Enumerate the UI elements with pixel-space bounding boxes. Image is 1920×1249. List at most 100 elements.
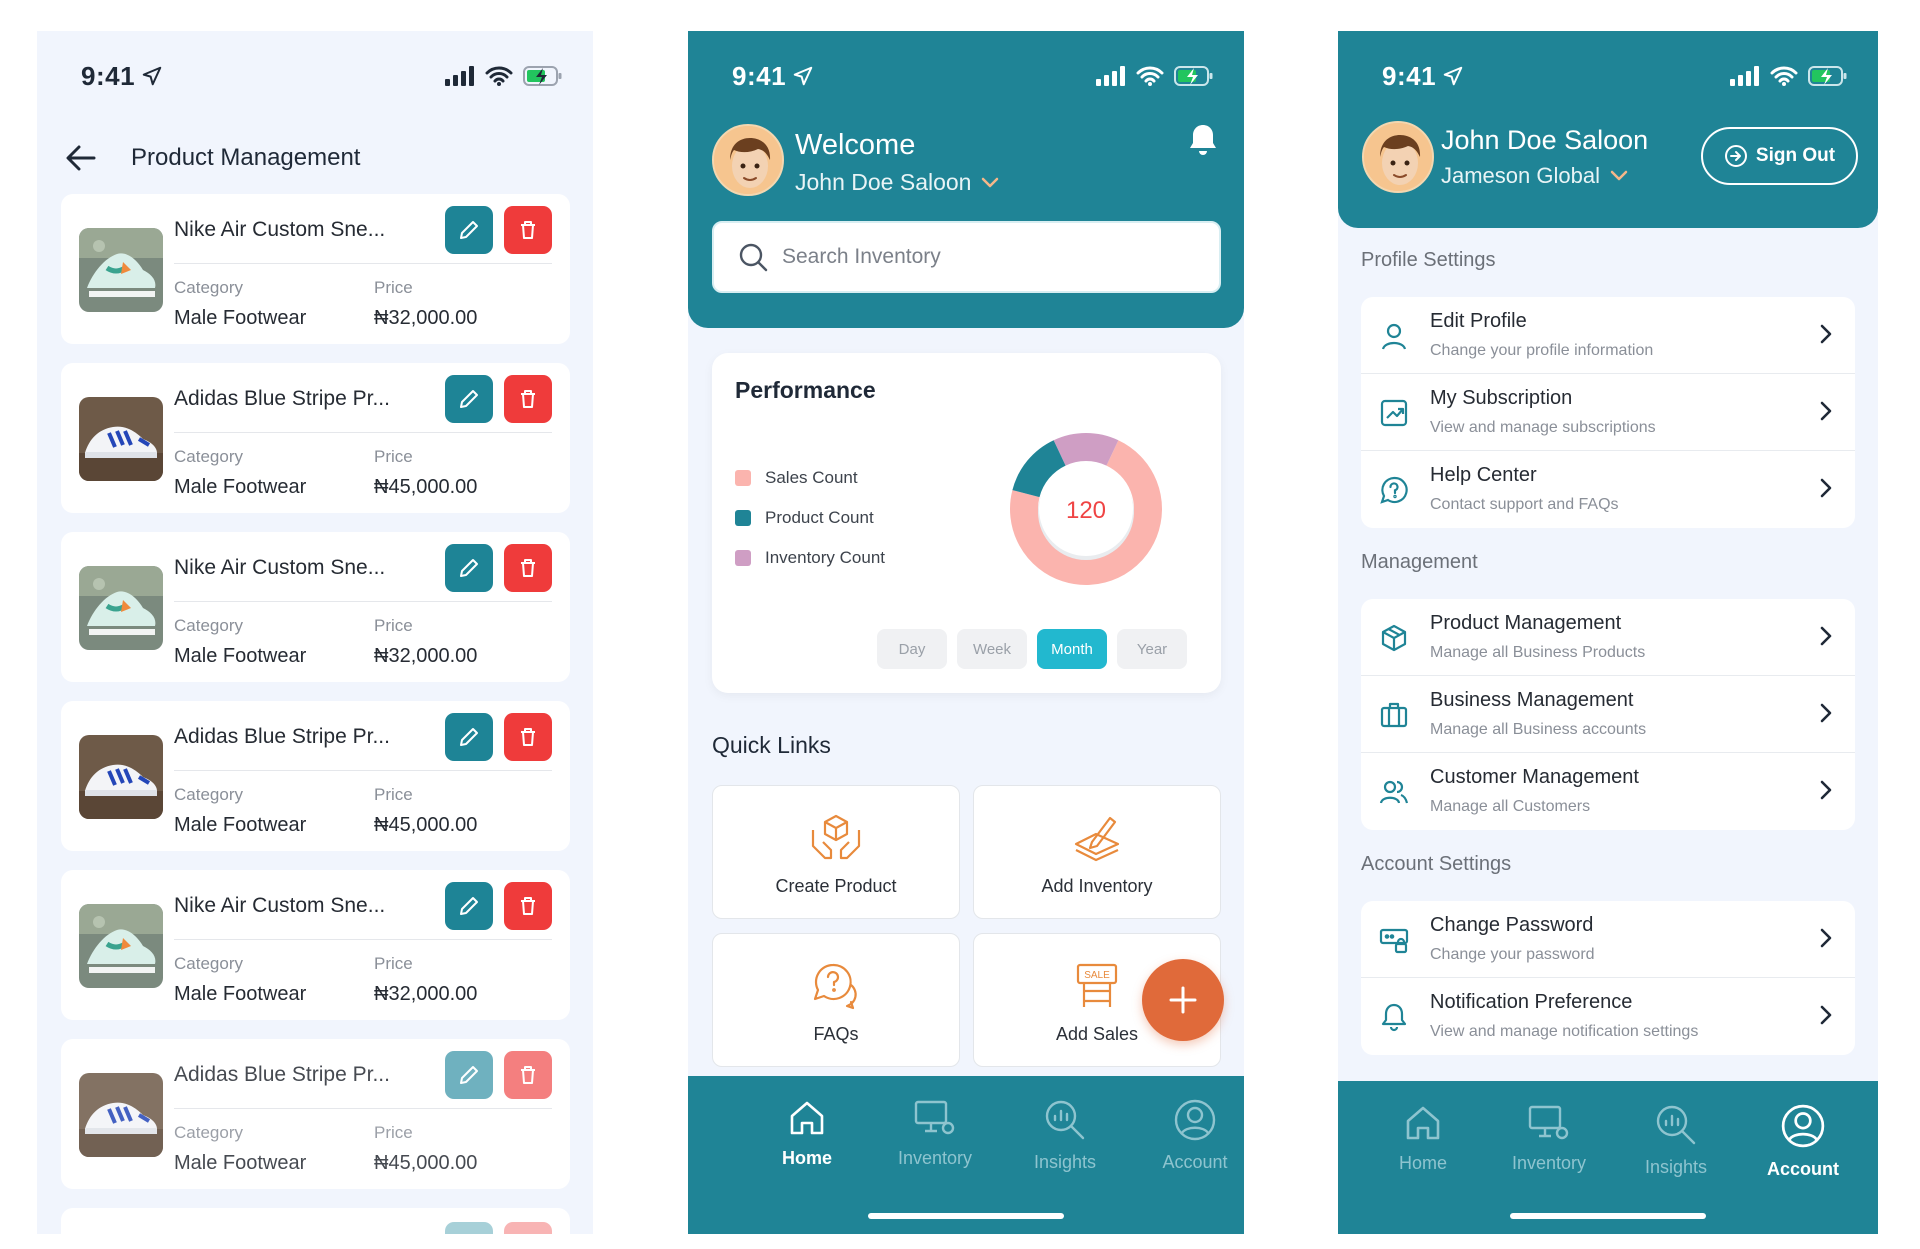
delete-button[interactable] <box>504 713 552 761</box>
period-tab-month[interactable]: Month <box>1037 629 1107 669</box>
home-icon <box>1406 1106 1440 1140</box>
delete-button[interactable] <box>504 1051 552 1099</box>
settings-row-change-password[interactable]: Change Password Change your password <box>1361 901 1855 978</box>
product-card[interactable]: Adidas Blue Stripe Pr... Category Male Foo… <box>61 701 570 851</box>
product-name: Adidas Blue Stripe Pr... <box>174 725 390 748</box>
briefcase-icon <box>1380 702 1408 728</box>
box-icon <box>1381 624 1407 652</box>
avatar[interactable] <box>712 124 784 196</box>
settings-row-business-management[interactable]: Business Management Manage all Business a… <box>1361 676 1855 753</box>
price-value: ₦32,000.00 <box>374 983 478 1005</box>
period-tab-week[interactable]: Week <box>957 629 1027 669</box>
divider <box>174 432 552 433</box>
price-label: Price <box>374 785 413 804</box>
delete-button[interactable] <box>504 1222 552 1234</box>
quick-link-label: FAQs <box>813 1024 859 1044</box>
category-label: Category <box>174 447 243 466</box>
pencil-icon <box>460 559 478 577</box>
edit-button[interactable] <box>445 1051 493 1099</box>
avatar[interactable] <box>1362 121 1434 193</box>
quick-link-add-inventory[interactable]: Add Inventory <box>973 785 1221 919</box>
tab-label: Home <box>781 1148 832 1168</box>
tab-account[interactable]: Account <box>1748 1103 1858 1180</box>
row-subtitle: View and manage notification settings <box>1430 1023 1699 1040</box>
product-card[interactable]: Adidas Blue Stripe Pr... Category Male Foo… <box>61 363 570 513</box>
settings-row-notification-preference[interactable]: Notification Preference View and manage n… <box>1361 978 1855 1055</box>
delete-button[interactable] <box>504 375 552 423</box>
product-card[interactable]: Adidas Blue Stripe Pr... Category Male Foo… <box>61 1039 570 1189</box>
edit-button[interactable] <box>445 882 493 930</box>
settings-row-product-management[interactable]: Product Management Manage all Business Pr… <box>1361 599 1855 676</box>
home-icon <box>790 1101 824 1135</box>
edit-button[interactable] <box>445 206 493 254</box>
category-value: Male Footwear <box>174 1152 307 1174</box>
tab-home[interactable]: Home <box>1368 1103 1478 1174</box>
price-value: ₦45,000.00 <box>374 476 478 498</box>
settings-row-customer-management[interactable]: Customer Management Manage all Customers <box>1361 753 1855 830</box>
row-title: Change Password <box>1430 914 1594 936</box>
tab-inventory[interactable]: Inventory <box>880 1098 990 1169</box>
section-title-profile-settings: Profile Settings <box>1361 249 1496 271</box>
organization-switcher[interactable]: Jameson Global <box>1441 163 1628 189</box>
search-bar[interactable] <box>712 221 1221 293</box>
period-tab-year[interactable]: Year <box>1117 629 1187 669</box>
edit-button[interactable] <box>445 375 493 423</box>
quick-link-faqs[interactable]: FAQs <box>712 933 960 1067</box>
edit-button[interactable] <box>445 1222 493 1234</box>
delete-button[interactable] <box>504 882 552 930</box>
delete-button[interactable] <box>504 206 552 254</box>
product-card[interactable]: Nike Air Custom Sne... Category Male Footw… <box>61 532 570 682</box>
trash-icon <box>521 728 535 746</box>
product-card[interactable]: Nike Air Custom Sne... Category Male Footw… <box>61 870 570 1020</box>
battery-charging-icon <box>1808 66 1847 86</box>
row-subtitle: Manage all Business Products <box>1430 644 1646 661</box>
back-button[interactable] <box>63 140 99 176</box>
adidas-sneaker-image <box>79 1073 163 1157</box>
delete-button[interactable] <box>504 544 552 592</box>
status-time: 9:41 <box>1382 60 1437 91</box>
category-label: Category <box>174 954 243 973</box>
performance-donut-chart: 120 <box>1010 433 1162 585</box>
settings-row-help-center[interactable]: Help Center Contact support and FAQs <box>1361 451 1855 528</box>
product-card[interactable] <box>61 1208 570 1234</box>
profile-settings-group: Edit Profile Change your profile informat… <box>1361 297 1855 528</box>
tab-label: Account <box>1767 1159 1839 1179</box>
tab-inventory[interactable]: Inventory <box>1494 1103 1604 1174</box>
pencil-icon <box>460 1066 478 1084</box>
period-tab-day[interactable]: Day <box>877 629 947 669</box>
battery-charging-icon <box>1174 66 1213 86</box>
row-subtitle: Change your password <box>1430 946 1595 963</box>
product-card[interactable]: Nike Air Custom Sne... Category Male Footw… <box>61 194 570 344</box>
product-image <box>79 735 163 819</box>
tab-insights[interactable]: Insights <box>1621 1103 1731 1178</box>
business-switcher[interactable]: John Doe Saloon <box>795 169 999 196</box>
performance-card: Performance Sales Count Product Count Inve… <box>712 353 1221 693</box>
divider <box>174 1108 552 1109</box>
settings-row-edit-profile[interactable]: Edit Profile Change your profile informat… <box>1361 297 1855 374</box>
chevron-right-icon <box>1819 625 1833 652</box>
row-icon <box>1377 621 1411 655</box>
sign-out-button[interactable]: Sign Out <box>1701 127 1858 185</box>
row-title: Edit Profile <box>1430 310 1527 332</box>
account-screen: 9:41 John Doe Saloon Jameson Global Sign… <box>1338 31 1878 1234</box>
quick-link-create-product[interactable]: Create Product <box>712 785 960 919</box>
legend-swatch <box>735 470 751 486</box>
category-label: Category <box>174 785 243 804</box>
help-bubble-icon <box>813 963 857 1010</box>
sign-out-icon <box>1724 145 1747 167</box>
edit-button[interactable] <box>445 544 493 592</box>
signal-icon <box>1730 66 1759 86</box>
tab-insights[interactable]: Insights <box>1010 1098 1120 1173</box>
tab-account[interactable]: Account <box>1140 1098 1244 1173</box>
settings-row-my-subscription[interactable]: My Subscription View and manage subscript… <box>1361 374 1855 451</box>
notifications-button[interactable] <box>1188 123 1218 162</box>
tab-home[interactable]: Home <box>752 1098 862 1169</box>
chevron-right-icon <box>1819 477 1833 504</box>
add-button[interactable] <box>1142 959 1224 1041</box>
divider <box>174 939 552 940</box>
search-input[interactable] <box>782 245 1202 269</box>
status-bar: 9:41 <box>688 31 1244 121</box>
edit-button[interactable] <box>445 713 493 761</box>
row-title: My Subscription <box>1430 387 1573 409</box>
category-label: Category <box>174 278 243 297</box>
